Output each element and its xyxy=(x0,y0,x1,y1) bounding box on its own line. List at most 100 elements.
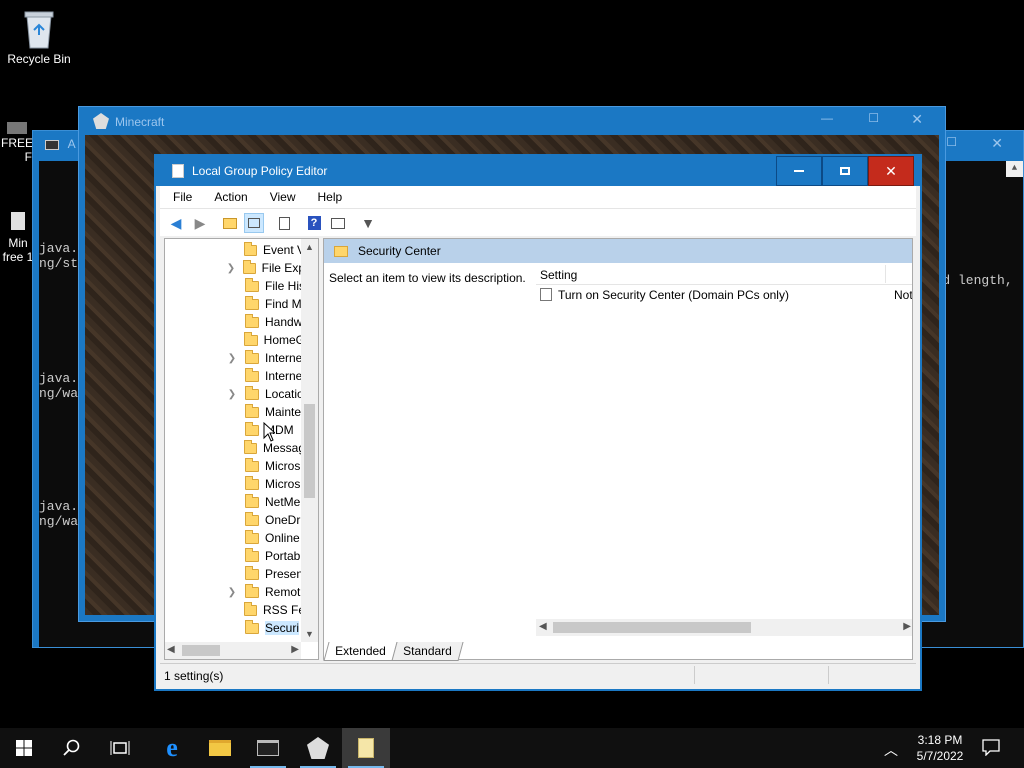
menu-bar: File Action View Help xyxy=(160,186,916,208)
folder-icon xyxy=(245,385,259,400)
tree-item-label: Handw xyxy=(265,315,303,329)
scroll-right-arrow-icon[interactable]: ▶ xyxy=(291,644,299,655)
tab-standard[interactable]: Standard xyxy=(391,642,463,661)
start-button[interactable] xyxy=(0,728,48,768)
menu-action[interactable]: Action xyxy=(201,190,256,204)
tree-item[interactable]: HomeG xyxy=(165,331,305,349)
tree-item[interactable]: Messag xyxy=(165,439,305,457)
show-hide-tree-icon[interactable] xyxy=(244,213,264,233)
scroll-down-arrow-icon[interactable]: ▼ xyxy=(301,626,318,642)
maximize-icon[interactable]: ☐ xyxy=(868,111,879,125)
help-icon[interactable]: ? xyxy=(304,213,324,233)
details-horizontal-scrollbar[interactable]: ◀ ▶ xyxy=(536,619,912,636)
tree-item[interactable]: ❯ Remot xyxy=(165,583,305,601)
console-tree[interactable]: Event V ❯ File Exp File His Find M Handw HomeG… xyxy=(164,238,319,660)
scroll-left-arrow-icon[interactable]: ◀ xyxy=(167,644,175,655)
up-folder-icon[interactable] xyxy=(220,213,240,233)
minimize-icon[interactable]: — xyxy=(821,111,833,125)
details-pane[interactable]: Security Center Select an item to view i… xyxy=(323,238,913,660)
back-arrow-icon[interactable]: ◀ xyxy=(166,213,186,233)
folder-icon xyxy=(245,313,259,328)
internet-explorer-button[interactable]: e xyxy=(148,728,196,768)
notification-center-button[interactable] xyxy=(982,739,1000,759)
tree-item[interactable]: MDM xyxy=(165,421,305,439)
task-view-icon xyxy=(110,741,130,755)
properties-icon[interactable] xyxy=(328,213,348,233)
tree-item[interactable]: Securi xyxy=(165,619,305,637)
tree-item[interactable]: Mainte xyxy=(165,403,305,421)
details-hscroll-thumb[interactable] xyxy=(553,622,751,633)
tree-item[interactable]: RSS Fe xyxy=(165,601,305,619)
command-prompt-button[interactable] xyxy=(244,728,292,768)
expand-chevron-icon[interactable]: ❯ xyxy=(223,587,241,598)
expand-chevron-icon[interactable]: ❯ xyxy=(223,389,241,400)
console-maximize-icon[interactable]: ☐ xyxy=(946,135,957,149)
filter-icon[interactable]: ▼ xyxy=(358,213,378,233)
console-scroll-up[interactable]: ▲ xyxy=(1006,161,1023,177)
tree-item[interactable]: Online xyxy=(165,529,305,547)
command-prompt-icon xyxy=(257,740,279,756)
tree-item[interactable]: Portab xyxy=(165,547,305,565)
show-hidden-icons-chevron-up-icon[interactable]: ︿ xyxy=(884,740,898,760)
expand-chevron-icon[interactable]: ❯ xyxy=(223,263,239,274)
taskbar: e ︿ 3:18 PM 5/7/2022 xyxy=(0,728,1024,768)
folder-icon xyxy=(245,295,259,310)
table-row[interactable]: Turn on Security Center (Domain PCs only… xyxy=(538,286,912,304)
tree-item[interactable]: ❯ Locatio xyxy=(165,385,305,403)
minimize-button[interactable] xyxy=(776,156,822,186)
tree-item[interactable]: OneDr xyxy=(165,511,305,529)
forward-arrow-icon[interactable]: ▶ xyxy=(190,213,210,233)
column-setting[interactable]: Setting xyxy=(540,268,577,282)
gpe-titlebar[interactable]: Local Group Policy Editor ✕ xyxy=(156,156,920,186)
tree-item[interactable]: Event V xyxy=(165,241,305,259)
close-icon[interactable]: ✕ xyxy=(911,111,923,128)
menu-file[interactable]: File xyxy=(160,190,201,204)
close-button[interactable]: ✕ xyxy=(868,156,914,186)
console-close-icon[interactable]: ✕ xyxy=(991,135,1003,152)
tree-item[interactable]: Micros xyxy=(165,475,305,493)
scroll-up-arrow-icon[interactable]: ▲ xyxy=(301,239,318,255)
tree-hscroll-thumb[interactable] xyxy=(182,645,220,656)
minecraft-taskbar-button[interactable] xyxy=(294,728,342,768)
folder-icon xyxy=(245,475,259,490)
menu-help[interactable]: Help xyxy=(305,190,352,204)
folder-icon xyxy=(245,583,259,598)
tree-item[interactable]: Find M xyxy=(165,295,305,313)
folder-icon xyxy=(245,493,259,508)
tree-horizontal-scrollbar[interactable]: ◀ ▶ xyxy=(165,642,301,659)
folder-icon xyxy=(243,241,257,256)
tree-item-label: Micros xyxy=(265,459,301,473)
export-list-icon[interactable] xyxy=(274,213,294,233)
tree-item[interactable]: Handw xyxy=(165,313,305,331)
file-explorer-button[interactable] xyxy=(196,728,244,768)
clock[interactable]: 3:18 PM 5/7/2022 xyxy=(912,732,968,764)
tree-item-label: Event V xyxy=(262,243,305,257)
tree-item[interactable]: NetMe xyxy=(165,493,305,511)
tree-item[interactable]: File His xyxy=(165,277,305,295)
tree-item[interactable]: Presen xyxy=(165,565,305,583)
scroll-right-arrow-icon[interactable]: ▶ xyxy=(903,621,911,632)
tree-vertical-scrollbar[interactable]: ▲ ▼ xyxy=(301,239,318,642)
expand-chevron-icon[interactable]: ❯ xyxy=(223,353,241,364)
column-divider[interactable] xyxy=(885,265,886,283)
task-view-button[interactable] xyxy=(96,728,144,768)
tree-item[interactable]: ❯ File Exp xyxy=(165,259,305,277)
scroll-left-arrow-icon[interactable]: ◀ xyxy=(539,621,547,632)
menu-view[interactable]: View xyxy=(257,190,305,204)
tree-item-label: File His xyxy=(264,279,305,293)
tree-item[interactable]: ❯ Interne xyxy=(165,349,305,367)
view-tabs: Extended Standard xyxy=(323,642,463,662)
minecraft-titlebar[interactable]: Minecraft — ☐ ✕ xyxy=(79,107,945,135)
tab-extended[interactable]: Extended xyxy=(323,642,398,661)
group-policy-taskbar-button[interactable] xyxy=(342,728,390,768)
tree-item[interactable]: Interne xyxy=(165,367,305,385)
maximize-button[interactable] xyxy=(822,156,868,186)
tree-item[interactable]: Micros xyxy=(165,457,305,475)
tree-item-label: Interne xyxy=(265,351,303,365)
tree-scroll-thumb[interactable] xyxy=(304,404,315,498)
gpe-title: Local Group Policy Editor xyxy=(192,164,328,178)
folder-icon xyxy=(334,245,348,257)
desktop-icon-recycle-bin[interactable]: Recycle Bin xyxy=(1,8,77,66)
search-button[interactable] xyxy=(48,728,96,768)
folder-icon xyxy=(244,331,258,346)
